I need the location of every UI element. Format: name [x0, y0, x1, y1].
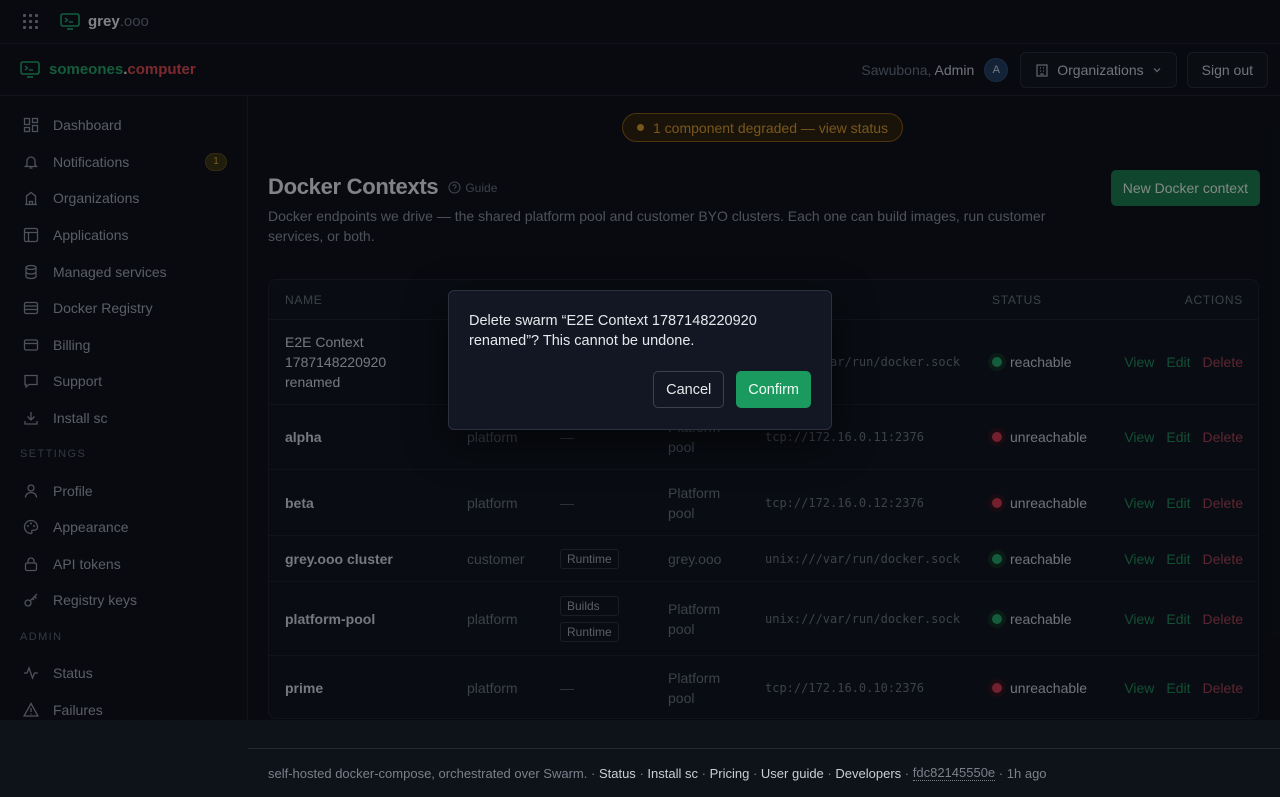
footer: self-hosted docker-compose, orchestrated… [0, 720, 1280, 797]
footer-text: self-hosted docker-compose, orchestrated… [268, 765, 588, 781]
footer-link-install[interactable]: Install sc [647, 766, 698, 781]
footer-link-user-guide[interactable]: User guide [761, 766, 824, 781]
confirm-button[interactable]: Confirm [736, 371, 811, 408]
footer-link-developers[interactable]: Developers [835, 766, 901, 781]
dialog-message: Delete swarm “E2E Context 1787148220920 … [469, 313, 757, 349]
confirm-delete-dialog: Delete swarm “E2E Context 1787148220920 … [448, 290, 832, 430]
cancel-button[interactable]: Cancel [653, 371, 725, 408]
commit-hash-link[interactable]: fdc82145550e [912, 765, 996, 781]
footer-link-pricing[interactable]: Pricing [710, 766, 750, 781]
footer-bar: self-hosted docker-compose, orchestrated… [248, 748, 1280, 797]
build-age: 1h ago [1006, 765, 1047, 781]
footer-link-status[interactable]: Status [599, 766, 636, 781]
